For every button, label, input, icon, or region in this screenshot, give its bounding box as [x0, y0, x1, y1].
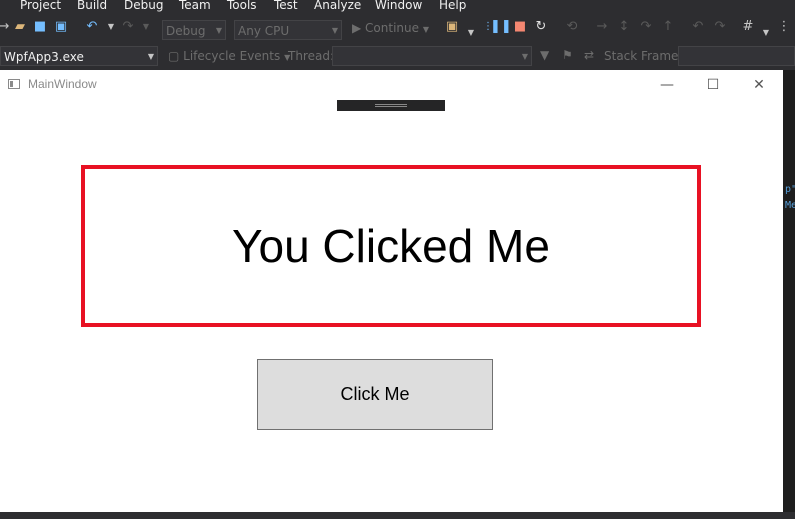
clicked-message-text: You Clicked Me — [232, 220, 550, 272]
click-me-button[interactable]: Click Me — [257, 359, 493, 430]
stack-frame-select[interactable] — [678, 46, 795, 66]
code-editor-strip — [783, 70, 795, 519]
process-value: WpfApp3.exe — [4, 50, 84, 64]
chevron-down-icon: ▼ — [331, 26, 338, 35]
save-icon[interactable]: ■ — [32, 19, 48, 35]
open-folder-icon[interactable]: ▰ — [12, 19, 28, 35]
stack-frame-label: Stack Frame: — [604, 49, 683, 63]
chevron-down-icon: ▼ — [147, 52, 154, 61]
save-all-icon[interactable]: ▣ — [53, 19, 69, 35]
menu-analyze[interactable]: Analyze — [314, 0, 361, 12]
step-over-icon[interactable]: ↕ — [616, 19, 632, 35]
play-icon: ▶ — [352, 21, 366, 35]
hash-icon[interactable]: # — [740, 19, 756, 35]
stop-icon[interactable]: ■ — [512, 19, 528, 35]
undo-icon[interactable]: ↶ — [84, 19, 100, 35]
menu-build[interactable]: Build — [77, 0, 107, 12]
menu-test[interactable]: Test — [274, 0, 298, 12]
solution-config-value: Debug — [166, 24, 206, 38]
hide-frames-icon[interactable]: ⇄ — [584, 48, 594, 62]
chevron-down-icon[interactable]: ▼ — [138, 19, 154, 35]
continue-label: Continue — [365, 21, 420, 35]
lifecycle-events-button[interactable]: ▢ Lifecycle Events ▼ — [168, 49, 290, 63]
window-icon — [8, 79, 20, 89]
code-fragment: Me — [785, 200, 795, 211]
menu-window[interactable]: Window — [375, 0, 422, 12]
close-button[interactable]: ✕ — [744, 74, 774, 96]
maximize-button[interactable]: ☐ — [698, 74, 728, 96]
platform-value: Any CPU — [238, 24, 290, 38]
step-out-icon[interactable]: ↷ — [638, 19, 654, 35]
chevron-down-icon: ▼ — [521, 52, 528, 61]
step-into-icon[interactable]: → — [594, 19, 610, 35]
step-up-icon[interactable]: ↑ — [660, 19, 676, 35]
process-select[interactable]: WpfApp3.exe ▼ — [0, 46, 158, 66]
bottom-ide-strip — [0, 512, 795, 519]
pause-icon[interactable]: ❚❚ — [490, 19, 512, 35]
restart-icon[interactable]: ↻ — [533, 19, 549, 35]
continue-button[interactable]: ▶ Continue ▼ — [352, 21, 429, 35]
thread-select[interactable]: ▼ — [332, 46, 532, 66]
clicked-message-box: You Clicked Me — [81, 165, 701, 327]
menu-help[interactable]: Help — [439, 0, 466, 12]
filter-icon[interactable]: ▼ — [540, 48, 549, 62]
minimize-button[interactable]: — — [652, 74, 682, 96]
window-title: MainWindow — [28, 77, 97, 91]
show-next-statement-icon[interactable]: ⟲ — [564, 19, 580, 35]
solution-config-select[interactable]: Debug ▼ — [162, 20, 226, 40]
lifecycle-label: Lifecycle Events — [183, 49, 281, 63]
chevron-down-icon[interactable]: ▼ — [463, 25, 479, 41]
menu-debug[interactable]: Debug — [124, 0, 163, 12]
undo-debug-icon[interactable]: ↶ — [690, 19, 706, 35]
window-titlebar[interactable]: MainWindow — ☐ ✕ — [0, 70, 783, 100]
thread-label: Thread: — [288, 49, 335, 63]
lifecycle-icon: ▢ — [168, 49, 184, 63]
flag-filter-icon[interactable]: ⚑ — [562, 48, 573, 62]
menu-tools[interactable]: Tools — [227, 0, 257, 12]
more-icon[interactable]: ⋮ — [776, 19, 792, 35]
arrow-icon: → — [0, 19, 10, 34]
chevron-down-icon: ▼ — [215, 26, 222, 35]
chevron-down-icon[interactable]: ▼ — [103, 19, 119, 35]
main-window: MainWindow — ☐ ✕ You Clicked Me Click Me — [0, 70, 783, 512]
platform-select[interactable]: Any CPU ▼ — [234, 20, 342, 40]
chevron-down-icon: ▼ — [422, 25, 429, 34]
redo-debug-icon[interactable]: ↷ — [712, 19, 728, 35]
process-icon[interactable]: ▣ — [444, 19, 460, 35]
chevron-down-icon[interactable]: ▼ — [758, 25, 774, 41]
redo-icon[interactable]: ↷ — [120, 19, 136, 35]
code-fragment: p" — [785, 184, 795, 195]
menu-project[interactable]: Project — [20, 0, 61, 12]
menu-team[interactable]: Team — [179, 0, 211, 12]
runtime-tools-bar[interactable] — [337, 100, 445, 111]
menu-bar: Project Build Debug Team Tools Test Anal… — [0, 0, 795, 14]
